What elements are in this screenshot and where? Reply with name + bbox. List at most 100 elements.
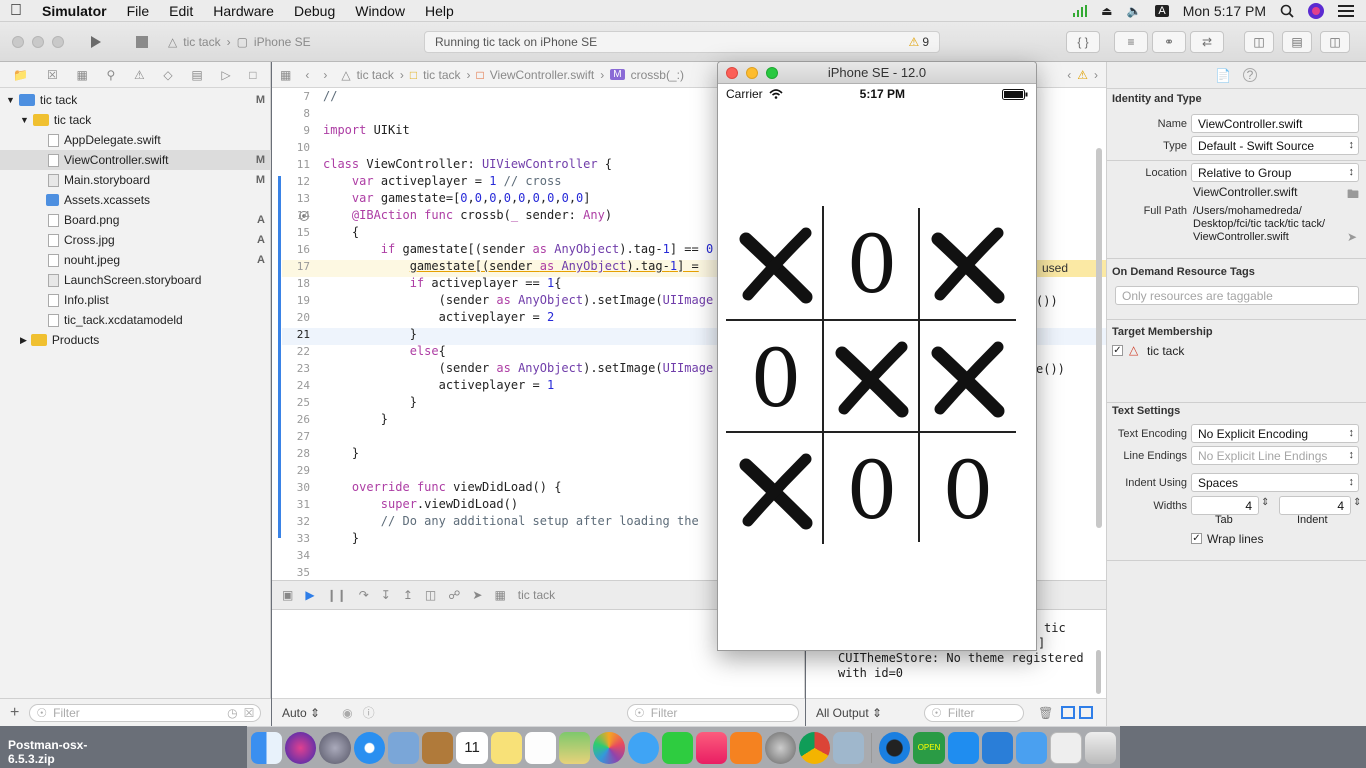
line-number[interactable]: 17 xyxy=(272,258,310,275)
tree-file-viewcontroller[interactable]: ViewController.swift M xyxy=(0,150,271,170)
toggle-navigator-button[interactable]: ◫ xyxy=(1244,31,1274,53)
xcode-icon[interactable] xyxy=(981,731,1014,764)
tree-file-assets[interactable]: Assets.xcassets xyxy=(0,190,271,210)
board-cell[interactable]: 0 xyxy=(824,434,920,547)
pause-button[interactable]: ❙❙ xyxy=(327,588,347,602)
forward-button[interactable]: › xyxy=(323,68,327,82)
step-into-icon[interactable]: ↧ xyxy=(381,588,391,602)
finder-icon[interactable] xyxy=(251,731,283,764)
version-editor-button[interactable]: ⇄ xyxy=(1190,31,1224,53)
editor-scrollbar[interactable] xyxy=(1096,148,1102,528)
find-navigator-icon[interactable]: ⚲ xyxy=(106,68,115,82)
line-number[interactable]: 9 xyxy=(272,122,310,139)
run-button[interactable] xyxy=(82,31,110,53)
eye-icon[interactable]: ◉ xyxy=(342,706,352,720)
notebook-icon[interactable] xyxy=(422,731,454,764)
menu-debug[interactable]: Debug xyxy=(284,0,345,22)
standard-editor-button[interactable]: ≡ xyxy=(1114,31,1148,53)
menu-file[interactable]: File xyxy=(117,0,160,22)
indent-using-popup[interactable]: Spaces xyxy=(1191,473,1359,492)
menu-window[interactable]: Window xyxy=(345,0,415,22)
window-minimize-button[interactable] xyxy=(32,36,44,48)
board-cell[interactable] xyxy=(728,208,824,321)
volume-icon[interactable]: 🔈 xyxy=(1126,4,1141,18)
wrap-lines-checkbox[interactable]: ✓ xyxy=(1191,533,1202,544)
add-file-button[interactable]: + xyxy=(10,704,19,722)
tags-field[interactable]: Only resources are taggable xyxy=(1115,286,1359,305)
window-zoom-button[interactable] xyxy=(52,36,64,48)
trash-dock-icon[interactable] xyxy=(1084,731,1116,764)
sim-minimize-button[interactable] xyxy=(746,67,758,79)
line-number[interactable]: 27 xyxy=(272,428,310,445)
console-filter-field[interactable]: ☉ Filter xyxy=(924,703,1025,722)
target-checkbox[interactable]: ✓ xyxy=(1112,345,1123,356)
image-capture-icon[interactable] xyxy=(832,731,865,764)
spotlight-search-icon[interactable] xyxy=(1280,4,1294,18)
tree-file-board-png[interactable]: Board.png A xyxy=(0,210,271,230)
name-field[interactable]: ViewController.swift xyxy=(1191,114,1359,133)
maps-icon[interactable] xyxy=(559,731,591,764)
photos-icon[interactable] xyxy=(593,731,625,764)
app-store-icon[interactable] xyxy=(947,731,979,764)
tree-group-tic-tack[interactable]: ▼ tic tack xyxy=(0,110,271,130)
line-number[interactable]: 30 xyxy=(272,479,310,496)
tree-project-tic-tack[interactable]: ▼ tic tack M xyxy=(0,90,271,110)
sim-close-button[interactable] xyxy=(726,67,738,79)
location-icon[interactable]: ➤ xyxy=(472,588,482,602)
tab-width-field[interactable]: 4 xyxy=(1191,496,1259,515)
facetime-icon[interactable] xyxy=(661,731,694,764)
simulator-app-icon[interactable] xyxy=(1016,731,1048,764)
line-number[interactable]: 23 xyxy=(272,360,310,377)
board-cell[interactable]: 0 xyxy=(824,208,920,321)
recent-files-icon[interactable]: ◷ xyxy=(227,706,237,720)
board-cell[interactable] xyxy=(920,322,1016,435)
board-cell[interactable] xyxy=(920,208,1016,321)
project-navigator-icon[interactable]: 📁 xyxy=(13,68,28,82)
line-number[interactable]: 11 xyxy=(272,156,310,173)
board-cell[interactable] xyxy=(728,434,824,547)
line-number[interactable]: 31 xyxy=(272,496,310,513)
scm-filter-icon[interactable]: ☒ xyxy=(244,706,255,720)
warning-indicator[interactable]: ⚠ 9 xyxy=(909,35,929,49)
board-cell[interactable]: 0 xyxy=(920,434,1016,547)
indent-width-stepper[interactable]: ⇕ xyxy=(1353,497,1361,508)
trash-icon[interactable]: 🗑 xyxy=(1038,706,1053,720)
related-items-icon[interactable]: ▦ xyxy=(280,68,291,82)
line-number[interactable]: 26 xyxy=(272,411,310,428)
tree-file-main-storyboard[interactable]: Main.storyboard M xyxy=(0,170,271,190)
line-number[interactable]: 12 xyxy=(272,173,310,190)
info-icon[interactable]: ⓘ xyxy=(363,704,375,721)
signal-icon[interactable] xyxy=(1073,4,1088,17)
books-icon[interactable] xyxy=(730,731,762,764)
menubar-clock[interactable]: Mon 5:17 PM xyxy=(1183,3,1266,19)
messages-icon[interactable] xyxy=(627,731,659,764)
tree-file-appdelegate[interactable]: AppDelegate.swift xyxy=(0,130,271,150)
line-number[interactable]: 35 xyxy=(272,564,310,580)
assistant-editor-button[interactable]: ⚭ xyxy=(1152,31,1186,53)
menu-help[interactable]: Help xyxy=(415,0,464,22)
line-number[interactable]: 29 xyxy=(272,462,310,479)
board-cell[interactable] xyxy=(824,322,920,435)
line-number[interactable]: 33 xyxy=(272,530,310,547)
line-number[interactable]: 25 xyxy=(272,394,310,411)
memory-graph-icon[interactable]: ☍ xyxy=(448,588,460,602)
line-number[interactable]: 22 xyxy=(272,343,310,360)
issue-navigator-icon[interactable]: ⚠ xyxy=(134,68,145,82)
quick-help-icon[interactable]: ? xyxy=(1243,68,1257,82)
line-number[interactable]: 20 xyxy=(272,309,310,326)
quicktime-icon[interactable] xyxy=(879,731,911,764)
issue-prev-button[interactable]: ‹ xyxy=(1067,68,1071,82)
toggle-debug-area-button[interactable]: ▤ xyxy=(1282,31,1312,53)
reveal-folder-icon[interactable]: 🖿 xyxy=(1347,185,1359,206)
location-popup[interactable]: Relative to Group xyxy=(1191,163,1359,182)
symbol-navigator-icon[interactable]: ▦ xyxy=(76,68,87,82)
tree-file-info-plist[interactable]: Info.plist xyxy=(0,290,271,310)
step-out-icon[interactable]: ↥ xyxy=(403,588,413,602)
menu-edit[interactable]: Edit xyxy=(159,0,203,22)
auto-selector[interactable]: Auto ⇕ xyxy=(282,706,320,720)
line-number[interactable]: 19 xyxy=(272,292,310,309)
reminders-icon[interactable] xyxy=(524,731,557,764)
type-popup[interactable]: Default - Swift Source xyxy=(1191,136,1359,155)
tree-file-launchscreen[interactable]: LaunchScreen.storyboard xyxy=(0,270,271,290)
crumb-group[interactable]: tic tack xyxy=(423,68,460,82)
